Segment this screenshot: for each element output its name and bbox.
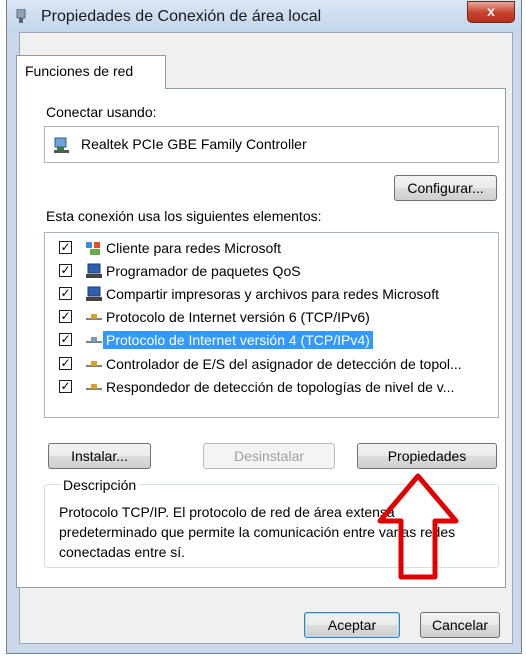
protocol-icon xyxy=(86,337,102,343)
list-item-label: Controlador de E/S del asignador de dete… xyxy=(106,356,462,372)
network-adapter-icon xyxy=(54,137,69,153)
title-bar[interactable]: Propiedades de Conexión de área local x xyxy=(7,0,521,34)
checkbox[interactable]: ✓ xyxy=(59,241,72,254)
list-item-label: Respondedor de detección de topologías d… xyxy=(106,379,455,395)
list-item[interactable]: ✓ Programador de paquetes QoS xyxy=(45,260,498,282)
window-title: Propiedades de Conexión de área local xyxy=(41,8,322,25)
protocol-icon xyxy=(86,384,102,390)
list-item[interactable]: ✓ Cliente para redes Microsoft xyxy=(45,237,498,259)
tab-label: Funciones de red xyxy=(25,63,134,79)
list-item[interactable]: ✓ Compartir impresoras y archivos para r… xyxy=(45,283,498,305)
list-item-label: Programador de paquetes QoS xyxy=(106,263,301,279)
description-title: Descripción xyxy=(60,477,140,493)
network-client-icon xyxy=(86,242,100,255)
tab-networking[interactable]: Funciones de red xyxy=(16,55,166,89)
network-service-icon xyxy=(86,286,102,301)
cancel-button[interactable]: Cancelar xyxy=(420,612,500,638)
configure-button[interactable]: Configurar... xyxy=(394,175,497,201)
install-button[interactable]: Instalar... xyxy=(48,443,151,469)
checkbox[interactable]: ✓ xyxy=(59,380,72,393)
checkbox[interactable]: ✓ xyxy=(59,357,72,370)
protocol-icon xyxy=(86,314,102,320)
components-list[interactable]: ✓ Cliente para redes Microsoft ✓ Program… xyxy=(44,232,499,418)
properties-button[interactable]: Propiedades xyxy=(357,443,497,469)
close-icon: x xyxy=(487,3,495,19)
checkbox[interactable]: ✓ xyxy=(59,264,72,277)
connect-using-label: Conectar usando: xyxy=(46,104,157,120)
close-button[interactable]: x xyxy=(467,1,515,23)
uninstall-button[interactable]: Desinstalar xyxy=(203,443,335,469)
network-service-icon xyxy=(86,263,102,278)
checkbox[interactable]: ✓ xyxy=(59,333,72,346)
annotation-arrow xyxy=(377,473,459,580)
list-item-label: Protocolo de Internet versión 6 (TCP/IPv… xyxy=(106,309,370,325)
components-label: Esta conexión usa los siguientes element… xyxy=(46,208,322,224)
checkbox[interactable]: ✓ xyxy=(59,287,72,300)
list-item-label: Compartir impresoras y archivos para red… xyxy=(106,286,439,302)
list-item-label: Protocolo de Internet versión 4 (TCP/IPv… xyxy=(103,331,373,349)
checkbox[interactable]: ✓ xyxy=(59,310,72,323)
list-item-selected[interactable]: ✓ Protocolo de Internet versión 4 (TCP/I… xyxy=(45,329,498,351)
adapter-box: Realtek PCIe GBE Family Controller xyxy=(44,126,499,163)
network-connection-icon xyxy=(16,9,26,23)
accept-button[interactable]: Aceptar xyxy=(304,612,400,638)
list-item[interactable]: ✓ Respondedor de detección de topologías… xyxy=(45,376,498,398)
adapter-name: Realtek PCIe GBE Family Controller xyxy=(81,136,307,152)
list-item-label: Cliente para redes Microsoft xyxy=(106,240,282,256)
protocol-icon xyxy=(86,361,102,367)
list-item[interactable]: ✓ Protocolo de Internet versión 6 (TCP/I… xyxy=(45,306,498,328)
list-item[interactable]: ✓ Controlador de E/S del asignador de de… xyxy=(45,353,498,375)
